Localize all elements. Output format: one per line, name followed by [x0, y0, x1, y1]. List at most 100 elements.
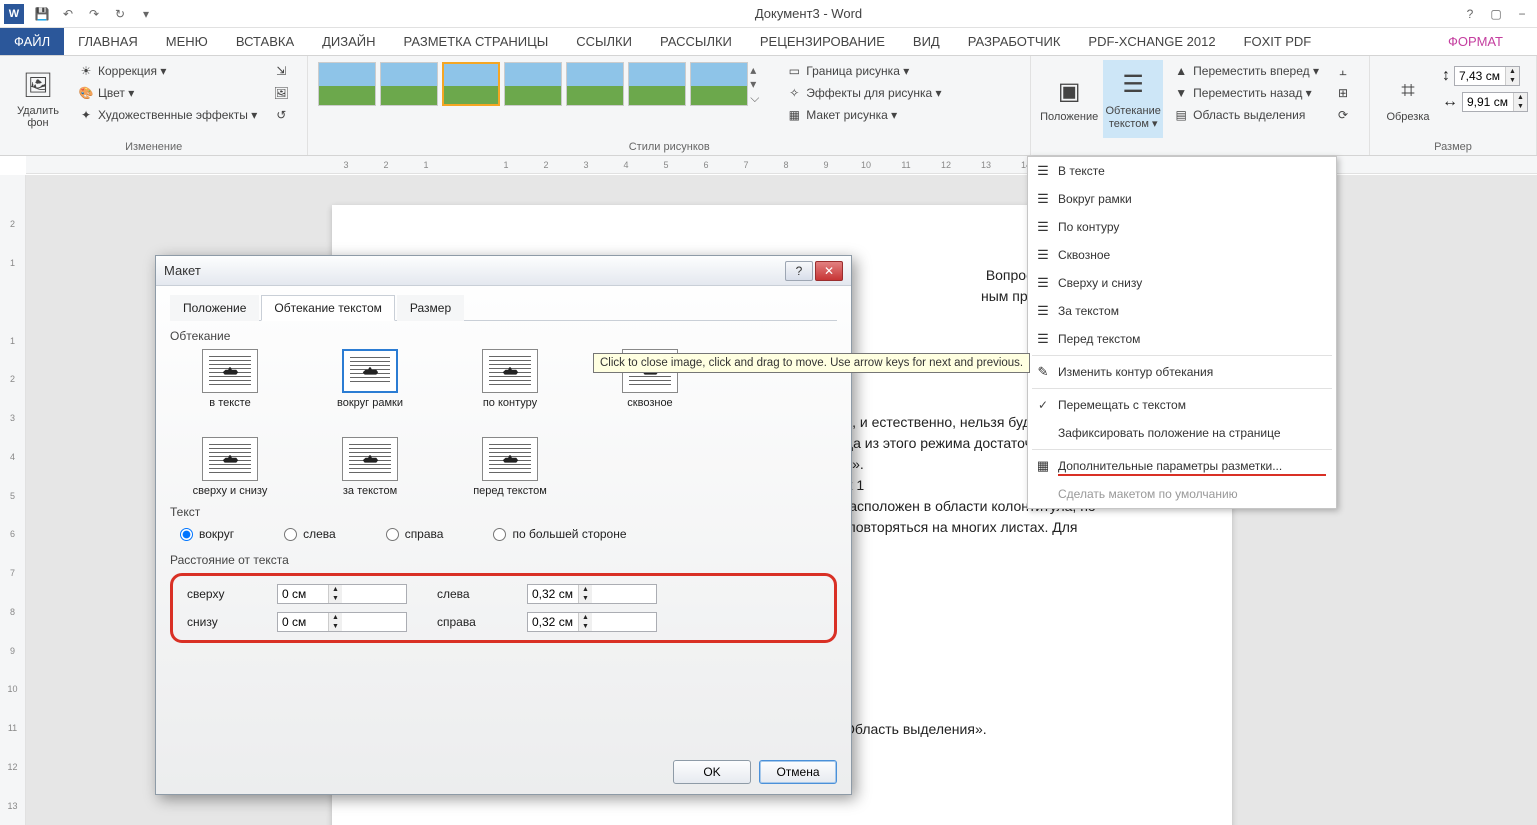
wrap-topbottom-item[interactable]: ☰Сверху и снизу: [1028, 269, 1336, 297]
radio-largest[interactable]: по большей стороне: [493, 527, 626, 541]
dialog-close-button[interactable]: ✕: [815, 261, 843, 281]
tab-design[interactable]: ДИЗАЙН: [308, 28, 389, 55]
dist-top-input[interactable]: [278, 587, 328, 601]
tab-file[interactable]: ФАЙЛ: [0, 28, 64, 55]
radio-left[interactable]: слева: [284, 527, 336, 541]
ribbon-options-icon[interactable]: ▢: [1485, 3, 1507, 25]
spin-up-icon[interactable]: ▲: [328, 585, 342, 594]
repeat-icon[interactable]: ↻: [108, 3, 132, 25]
cancel-button[interactable]: Отмена: [759, 760, 837, 784]
pic-style-item[interactable]: [380, 62, 438, 106]
tab-menu[interactable]: Меню: [152, 28, 222, 55]
set-default-layout-item[interactable]: Сделать макетом по умолчанию: [1028, 480, 1336, 508]
spin-up-icon[interactable]: ▲: [328, 613, 342, 622]
pic-style-item[interactable]: [318, 62, 376, 106]
edit-wrap-points-item[interactable]: ✎Изменить контур обтекания: [1028, 358, 1336, 386]
wrap-behind-item[interactable]: ☰За текстом: [1028, 297, 1336, 325]
wrap-front-item[interactable]: ☰Перед текстом: [1028, 325, 1336, 353]
radio-input[interactable]: [386, 528, 399, 541]
spin-up-icon[interactable]: ▲: [1505, 67, 1519, 76]
tab-layout[interactable]: РАЗМЕТКА СТРАНИЦЫ: [390, 28, 563, 55]
dialog-tab-wrap[interactable]: Обтекание текстом: [261, 295, 394, 321]
rotate-button[interactable]: ⟳: [1329, 104, 1361, 126]
height-input[interactable]: [1455, 69, 1505, 83]
more-layout-options-item[interactable]: ▦Дополнительные параметры разметки...: [1028, 452, 1336, 480]
tab-review[interactable]: РЕЦЕНЗИРОВАНИЕ: [746, 28, 899, 55]
minimize-icon[interactable]: −: [1511, 3, 1533, 25]
compress-button[interactable]: ⇲: [267, 60, 299, 82]
tab-insert[interactable]: ВСТАВКА: [222, 28, 308, 55]
dist-left-input[interactable]: [528, 587, 578, 601]
dist-top-spinbox[interactable]: ▲▼: [277, 584, 407, 604]
opt-behind[interactable]: за текстом: [320, 437, 420, 497]
save-icon[interactable]: 💾: [30, 3, 54, 25]
wrap-square-item[interactable]: ☰Вокруг рамки: [1028, 185, 1336, 213]
tab-mailings[interactable]: РАССЫЛКИ: [646, 28, 746, 55]
opt-tight[interactable]: по контуру: [460, 349, 560, 409]
undo-icon[interactable]: ↶: [56, 3, 80, 25]
radio-input[interactable]: [180, 528, 193, 541]
opt-topbottom[interactable]: сверху и снизу: [180, 437, 280, 497]
artistic-effects-button[interactable]: ✦Художественные эффекты ▾: [72, 104, 263, 126]
dialog-tab-position[interactable]: Положение: [170, 295, 259, 321]
wrap-through-item[interactable]: ☰Сквозное: [1028, 241, 1336, 269]
qat-more-icon[interactable]: ▾: [134, 3, 158, 25]
dialog-tab-size[interactable]: Размер: [397, 295, 464, 321]
align-button[interactable]: ⫠: [1329, 60, 1361, 82]
pic-style-item[interactable]: [504, 62, 562, 106]
pic-style-item[interactable]: [628, 62, 686, 106]
spin-down-icon[interactable]: ▼: [328, 622, 342, 631]
position-button[interactable]: ▣Положение: [1039, 60, 1099, 138]
wrap-inline-item[interactable]: ☰В тексте: [1028, 157, 1336, 185]
dist-right-input[interactable]: [528, 615, 578, 629]
dist-bottom-spinbox[interactable]: ▲▼: [277, 612, 407, 632]
tab-format[interactable]: ФОРМАТ: [1434, 28, 1517, 55]
tab-references[interactable]: ССЫЛКИ: [562, 28, 646, 55]
send-backward-button[interactable]: ▼Переместить назад ▾: [1167, 82, 1325, 104]
bring-forward-button[interactable]: ▲Переместить вперед ▾: [1167, 60, 1325, 82]
dialog-titlebar[interactable]: Макет ? ✕: [156, 256, 851, 286]
radio-input[interactable]: [493, 528, 506, 541]
redo-icon[interactable]: ↷: [82, 3, 106, 25]
spin-down-icon[interactable]: ▼: [1513, 102, 1527, 111]
tab-developer[interactable]: РАЗРАБОТЧИК: [954, 28, 1075, 55]
spin-down-icon[interactable]: ▼: [578, 622, 592, 631]
fix-position-item[interactable]: Зафиксировать положение на странице: [1028, 419, 1336, 447]
radio-right[interactable]: справа: [386, 527, 444, 541]
width-spinbox[interactable]: ▲▼: [1462, 92, 1528, 112]
radio-around[interactable]: вокруг: [180, 527, 234, 541]
tab-view[interactable]: ВИД: [899, 28, 954, 55]
spin-down-icon[interactable]: ▼: [578, 594, 592, 603]
styles-more-icon[interactable]: ⌵: [750, 91, 766, 106]
spin-up-icon[interactable]: ▲: [578, 613, 592, 622]
dist-left-spinbox[interactable]: ▲▼: [527, 584, 657, 604]
styles-up-icon[interactable]: ▴: [750, 63, 766, 77]
color-button[interactable]: 🎨Цвет ▾: [72, 82, 263, 104]
change-pic-button[interactable]: 🖼: [267, 82, 299, 104]
picture-layout-button[interactable]: ▦Макет рисунка ▾: [780, 104, 947, 126]
move-with-text-item[interactable]: Перемещать с текстом: [1028, 391, 1336, 419]
picture-border-button[interactable]: ▭Граница рисунка ▾: [780, 60, 947, 82]
opt-inline[interactable]: в тексте: [180, 349, 280, 409]
pic-style-item[interactable]: [690, 62, 748, 106]
dist-bottom-input[interactable]: [278, 615, 328, 629]
wrap-text-button[interactable]: ☰Обтекание текстом ▾: [1103, 60, 1163, 138]
corrections-button[interactable]: ☀Коррекция ▾: [72, 60, 263, 82]
ok-button[interactable]: OK: [673, 760, 751, 784]
tab-foxit[interactable]: Foxit PDF: [1230, 28, 1326, 55]
pic-style-item[interactable]: [566, 62, 624, 106]
spin-down-icon[interactable]: ▼: [328, 594, 342, 603]
styles-down-icon[interactable]: ▾: [750, 77, 766, 91]
opt-front[interactable]: перед текстом: [460, 437, 560, 497]
dialog-help-button[interactable]: ?: [785, 261, 813, 281]
help-icon[interactable]: ?: [1459, 3, 1481, 25]
wrap-tight-item[interactable]: ☰По контуру: [1028, 213, 1336, 241]
selection-pane-button[interactable]: ▤Область выделения: [1167, 104, 1325, 126]
crop-button[interactable]: ⌗Обрезка: [1378, 60, 1438, 138]
radio-input[interactable]: [284, 528, 297, 541]
pic-style-item[interactable]: [442, 62, 500, 106]
spin-down-icon[interactable]: ▼: [1505, 76, 1519, 85]
spin-up-icon[interactable]: ▲: [578, 585, 592, 594]
reset-pic-button[interactable]: ↺: [267, 104, 299, 126]
tab-pdfxchange[interactable]: PDF-XChange 2012: [1074, 28, 1229, 55]
